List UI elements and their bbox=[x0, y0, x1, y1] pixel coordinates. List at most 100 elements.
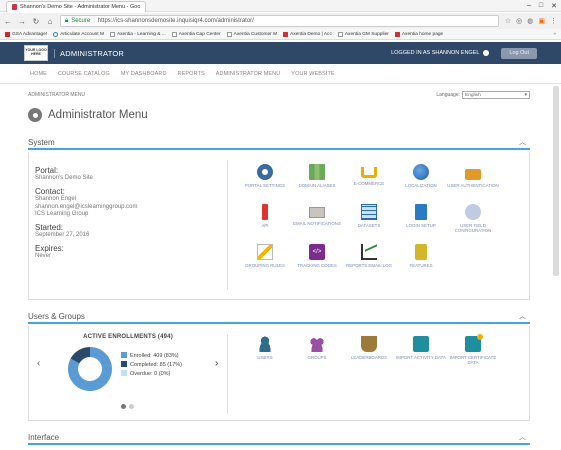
bookmark-icon bbox=[109, 31, 115, 37]
bookmark-label: Axentia Customer M bbox=[233, 31, 278, 37]
secure-label: Secure bbox=[71, 18, 91, 24]
carousel-dot[interactable] bbox=[129, 404, 134, 409]
site-logo[interactable]: YOUR LOGO HERE bbox=[24, 45, 48, 61]
tile-label: IMPORT CERTIFICATE DATA bbox=[449, 355, 497, 366]
close-icon[interactable]: ✕ bbox=[551, 2, 557, 10]
bookmark-item[interactable]: Axentia Customer M bbox=[226, 31, 278, 37]
tile-label: USER FIELD CONFIGURATION bbox=[454, 223, 492, 234]
bookmark-item[interactable]: GSA Advantage! bbox=[5, 31, 47, 37]
tile-label: E-COMMERCE bbox=[353, 181, 385, 186]
extension-icon[interactable]: ◍ bbox=[527, 17, 533, 25]
logout-button[interactable]: Log Out bbox=[501, 47, 537, 59]
tile-email-notifications[interactable]: EMAIL NOTIFICATIONS bbox=[291, 204, 343, 240]
star-icon[interactable]: ☆ bbox=[505, 17, 511, 25]
tile-import-certificate-data[interactable]: IMPORT CERTIFICATE DATA bbox=[447, 334, 499, 372]
login-icon bbox=[415, 204, 427, 220]
language-selector: Language: English ▾ bbox=[436, 91, 530, 99]
menu-item-administrator-menu[interactable]: ADMINISTRATOR MENU bbox=[216, 71, 281, 77]
map-icon bbox=[309, 164, 325, 180]
url-input[interactable]: 🔒︎ Secure | https://ics-shannonsdemosite… bbox=[60, 15, 499, 27]
bookmark-item[interactable]: Articulate Account M bbox=[53, 31, 104, 37]
bookmark-icon bbox=[5, 31, 10, 37]
tile-tracking-codes[interactable]: </> TRACKING CODES bbox=[291, 244, 343, 280]
bookmark-item[interactable]: Axentia Cap Center bbox=[171, 31, 221, 37]
expires-label: Expires: bbox=[35, 243, 64, 253]
bookmark-item[interactable]: Axentia home page bbox=[394, 31, 443, 37]
forward-icon[interactable]: → bbox=[18, 17, 26, 26]
reload-icon[interactable]: ↻ bbox=[32, 17, 40, 26]
carousel-dot[interactable] bbox=[121, 404, 126, 409]
tile-groups[interactable]: GROUPS bbox=[291, 336, 343, 372]
tile-e-commerce[interactable]: E-COMMERCE bbox=[343, 164, 395, 200]
tile-reports-email-log[interactable]: REPORTS EMAIL LOG bbox=[343, 244, 395, 280]
tile-users[interactable]: USERS bbox=[239, 336, 291, 372]
tile-features[interactable]: FEATURES bbox=[395, 244, 447, 280]
minimize-icon[interactable]: – bbox=[527, 2, 531, 10]
rss-icon[interactable]: ▣ bbox=[538, 17, 545, 25]
extension-icon[interactable]: ◎ bbox=[516, 17, 522, 25]
users-groups-section-header[interactable]: Users & Groups ︿ bbox=[28, 310, 530, 324]
collapse-icon[interactable]: ︿ bbox=[519, 137, 526, 147]
contact-name: Shannon Engel bbox=[35, 195, 77, 202]
collapse-icon[interactable]: ︿ bbox=[519, 432, 526, 442]
more-bookmarks-icon[interactable]: » bbox=[553, 32, 556, 37]
tile-user-field-configuration[interactable]: USER FIELD CONFIGURATION bbox=[447, 204, 499, 240]
tile-label: LEADERBOARDS bbox=[350, 355, 388, 360]
tile-user-authentication[interactable]: USER AUTHENTICATION bbox=[447, 164, 499, 200]
user-icon[interactable] bbox=[483, 50, 490, 56]
menu-item-home[interactable]: HOME bbox=[30, 71, 47, 77]
menu-item-reports[interactable]: REPORTS bbox=[178, 71, 205, 77]
home-icon[interactable]: ⌂ bbox=[46, 17, 54, 26]
bookmark-item[interactable]: Axentia - Learning & ... bbox=[109, 31, 166, 37]
tile-import-activity-data[interactable]: IMPORT ACTIVITY DATA bbox=[395, 336, 447, 372]
tile-domain-aliases[interactable]: DOMAIN ALIASES bbox=[291, 164, 343, 200]
menu-kebab-icon[interactable]: ⋮ bbox=[550, 17, 557, 25]
tile-localization[interactable]: LOCALIZATION bbox=[395, 164, 447, 200]
tile-grouping-rules[interactable]: GROUPING RULES bbox=[239, 244, 291, 280]
tile-api[interactable]: API bbox=[239, 204, 291, 240]
table-icon bbox=[361, 204, 377, 220]
bookmark-icon bbox=[53, 31, 59, 37]
tile-portal-settings[interactable]: PORTAL SETTINGS bbox=[239, 164, 291, 200]
bookmark-item[interactable]: Axentia GM Supplier bbox=[337, 31, 389, 37]
chevron-left-icon[interactable]: ‹ bbox=[37, 358, 40, 369]
system-section-header[interactable]: System ︿ bbox=[28, 136, 530, 150]
tile-datasets[interactable]: DATASETS bbox=[343, 204, 395, 240]
tile-label: GROUPS bbox=[307, 355, 327, 360]
app-title: ADMINISTRATOR bbox=[54, 48, 124, 58]
user-gear-icon bbox=[465, 204, 481, 220]
carousel-dots bbox=[121, 404, 134, 409]
legend-item: Completed: 85 (17%) bbox=[121, 360, 182, 370]
language-select[interactable]: English ▾ bbox=[462, 91, 530, 99]
portal-info: Portal: Shannon's Demo Site Contact: Sha… bbox=[35, 162, 215, 261]
maximize-icon[interactable]: □ bbox=[539, 2, 543, 10]
url-text: https://ics-shannonsdemosite.inquisiqr4.… bbox=[97, 18, 254, 24]
bookmark-icon bbox=[171, 31, 177, 37]
bookmarks-bar: GSA Advantage! Articulate Account M Axenti… bbox=[0, 29, 561, 40]
tile-label: TRACKING CODES bbox=[297, 263, 337, 268]
tile-leaderboards[interactable]: LEADERBOARDS bbox=[343, 336, 395, 372]
system-heading: System bbox=[28, 137, 55, 147]
tile-label: EMAIL NOTIFICATIONS bbox=[293, 221, 341, 226]
browser-tab[interactable]: Shannon's Demo Site - Administrator Menu… bbox=[6, 0, 146, 12]
favicon-icon bbox=[12, 3, 17, 10]
back-icon[interactable]: ← bbox=[4, 17, 12, 26]
menu-item-your-website[interactable]: YOUR WEBSITE bbox=[291, 71, 334, 77]
tile-label: REPORTS EMAIL LOG bbox=[346, 263, 392, 268]
tile-login-setup[interactable]: LOGIN SETUP bbox=[395, 204, 447, 240]
contact-email: shannon.engel@icslearninggroup.com bbox=[35, 203, 138, 210]
bookmark-item[interactable]: Axentia Demo | Acc bbox=[283, 31, 332, 37]
main-menu: HOME COURSE CATALOG MY DASHBOARD REPORTS ADM… bbox=[0, 64, 561, 84]
page-scrollbar[interactable] bbox=[553, 86, 559, 276]
bookmark-label: Axentia - Learning & ... bbox=[116, 31, 166, 37]
enrollments-title: ACTIVE ENROLLMENTS (494) bbox=[83, 334, 173, 340]
collapse-icon[interactable]: ︿ bbox=[519, 311, 526, 321]
bookmark-label: Articulate Account M bbox=[60, 31, 104, 37]
divider bbox=[227, 160, 228, 290]
interface-section-header[interactable]: Interface ︿ bbox=[28, 431, 530, 445]
bolt-icon bbox=[257, 244, 273, 260]
menu-item-my-dashboard[interactable]: MY DASHBOARD bbox=[121, 71, 167, 77]
menu-item-course-catalog[interactable]: COURSE CATALOG bbox=[58, 71, 110, 77]
legend-item: Enrolled: 409 (83%) bbox=[121, 352, 182, 361]
system-panel: Portal: Shannon's Demo Site Contact: Sha… bbox=[28, 152, 530, 300]
